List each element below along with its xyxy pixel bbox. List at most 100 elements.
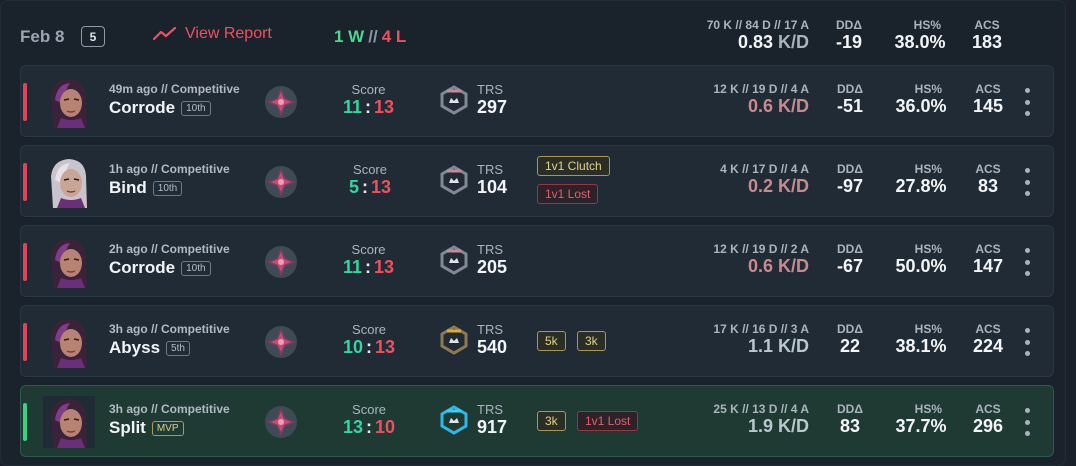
day-hs-stat: HS% 38.0% (887, 18, 953, 53)
match-kda: 12 K // 19 D // 4 A 0.6 K/D (671, 82, 809, 117)
view-report-button[interactable]: View Report (153, 25, 272, 43)
trs-value: 540 (477, 337, 508, 357)
trs-label: TRS (477, 82, 503, 97)
acs-stat: ACS 147 (964, 242, 1012, 277)
result-accent-bar (23, 83, 27, 121)
more-options-icon[interactable] (1022, 168, 1032, 196)
trs-block: TRS 205 (477, 242, 507, 278)
match-row-abyss[interactable]: 3h ago // Competitive Abyss 5th Score 10… (20, 305, 1054, 377)
hs-value: 50.0% (895, 256, 947, 276)
highlight-tag: 1v1 Lost (577, 411, 639, 431)
match-kda: 12 K // 19 D // 2 A 0.6 K/D (671, 242, 809, 277)
day-acs-stat: ACS 183 (963, 18, 1011, 53)
acs-label: ACS (975, 82, 1001, 96)
more-options-icon[interactable] (1022, 248, 1032, 276)
team-score: 11 (343, 257, 363, 277)
day-kd-value: 0.83 (737, 32, 773, 52)
trs-block: TRS 917 (477, 402, 507, 438)
ddd-stat: DDΔ 83 (828, 402, 872, 437)
ddd-label: DDΔ (837, 82, 863, 96)
score-separator: : (362, 177, 369, 197)
kd-value: 0.2 K/D (747, 176, 809, 196)
competitive-rank-icon (265, 326, 297, 358)
kda-line: 4 K // 17 D // 4 A (720, 162, 809, 176)
hs-label: HS% (914, 242, 942, 256)
match-row-corrode[interactable]: 2h ago // Competitive Corrode 10th Score… (20, 225, 1054, 297)
hs-stat: HS% 38.1% (888, 322, 954, 357)
day-hs-value: 38.0% (894, 32, 946, 52)
map-name: Corrode (109, 258, 176, 277)
enemy-score: 13 (374, 97, 395, 117)
score-separator: : (365, 97, 372, 117)
team-score: 10 (343, 337, 364, 357)
team-score: 11 (343, 97, 363, 117)
match-row-split[interactable]: 3h ago // Competitive Split MVP Score 13… (20, 385, 1054, 457)
result-accent-bar (23, 403, 27, 441)
hs-value: 37.7% (895, 416, 947, 436)
trs-rank-icon-gold (440, 325, 468, 355)
acs-value: 83 (977, 176, 999, 196)
enemy-score: 13 (374, 257, 395, 277)
acs-stat: ACS 296 (964, 402, 1012, 437)
score-label: Score (353, 162, 387, 177)
trs-value: 917 (477, 417, 508, 437)
more-options-icon[interactable] (1022, 88, 1032, 116)
trs-value: 205 (477, 257, 508, 277)
more-options-icon[interactable] (1022, 328, 1032, 356)
trs-rank-icon-silver (440, 165, 468, 195)
losses-count: 4 L (381, 27, 407, 46)
kda-line: 17 K // 16 D // 3 A (713, 322, 809, 336)
highlight-tag: 3k (577, 331, 606, 351)
trs-label: TRS (477, 162, 503, 177)
match-row-corrode[interactable]: 49m ago // Competitive Corrode 10th Scor… (20, 65, 1054, 137)
day-kda-line: 70 K // 84 D // 17 A (706, 18, 809, 32)
ddd-value: -97 (836, 176, 863, 196)
score-block: Score 11:13 (343, 82, 394, 118)
map-name: Abyss (109, 338, 161, 357)
match-row-bind[interactable]: 1h ago // Competitive Bind 10th Score 5:… (20, 145, 1054, 217)
placement-badge: 5th (166, 340, 190, 356)
placement-badge: MVP (151, 420, 184, 436)
kd-value: 1.1 K/D (747, 336, 809, 356)
hs-stat: HS% 36.0% (888, 82, 954, 117)
acs-label: ACS (975, 322, 1001, 336)
win-loss-separator: // (368, 27, 378, 46)
day-summary-header: Feb 8 5 View Report 1 W//4 L 70 K // 84 … (1, 1, 1067, 65)
more-options-icon[interactable] (1022, 408, 1032, 436)
ddd-stat: DDΔ -97 (828, 162, 872, 197)
hs-label: HS% (914, 402, 942, 416)
score-block: Score 13:10 (343, 402, 395, 438)
trs-block: TRS 540 (477, 322, 507, 358)
ddd-stat: DDΔ 22 (828, 322, 872, 357)
kd-value: 0.6 K/D (747, 96, 809, 116)
enemy-score: 13 (371, 177, 392, 197)
match-meta: 3h ago // Competitive (109, 402, 230, 416)
score-separator: : (366, 337, 373, 357)
day-ddd-label: DDΔ (836, 18, 862, 32)
hs-stat: HS% 50.0% (888, 242, 954, 277)
acs-label: ACS (975, 162, 1001, 176)
day-acs-value: 183 (971, 32, 1003, 52)
day-kd-unit: K/D (778, 32, 809, 52)
kda-line: 25 K // 13 D // 4 A (713, 402, 809, 416)
score-block: Score 5:13 (349, 162, 391, 198)
map-name-group: Bind 10th (109, 178, 183, 198)
ddd-label: DDΔ (837, 322, 863, 336)
map-name: Split (109, 418, 146, 437)
map-name-group: Split MVP (109, 418, 184, 438)
match-kda: 25 K // 13 D // 4 A 1.9 K/D (671, 402, 809, 437)
hs-label: HS% (914, 82, 942, 96)
ddd-label: DDΔ (837, 402, 863, 416)
score-block: Score 11:13 (343, 242, 394, 278)
ddd-value: 22 (839, 336, 861, 356)
highlight-tag: 3k (537, 411, 566, 431)
highlight-tag: 5k (537, 331, 566, 351)
kda-line: 12 K // 19 D // 2 A (713, 242, 809, 256)
win-loss-record: 1 W//4 L (334, 27, 406, 47)
trs-rank-icon-silver (440, 245, 468, 275)
match-meta: 1h ago // Competitive (109, 162, 230, 176)
score-label: Score (351, 82, 386, 97)
agent-portrait-icon (43, 316, 95, 368)
hs-value: 36.0% (895, 96, 947, 116)
score-label: Score (352, 402, 387, 417)
